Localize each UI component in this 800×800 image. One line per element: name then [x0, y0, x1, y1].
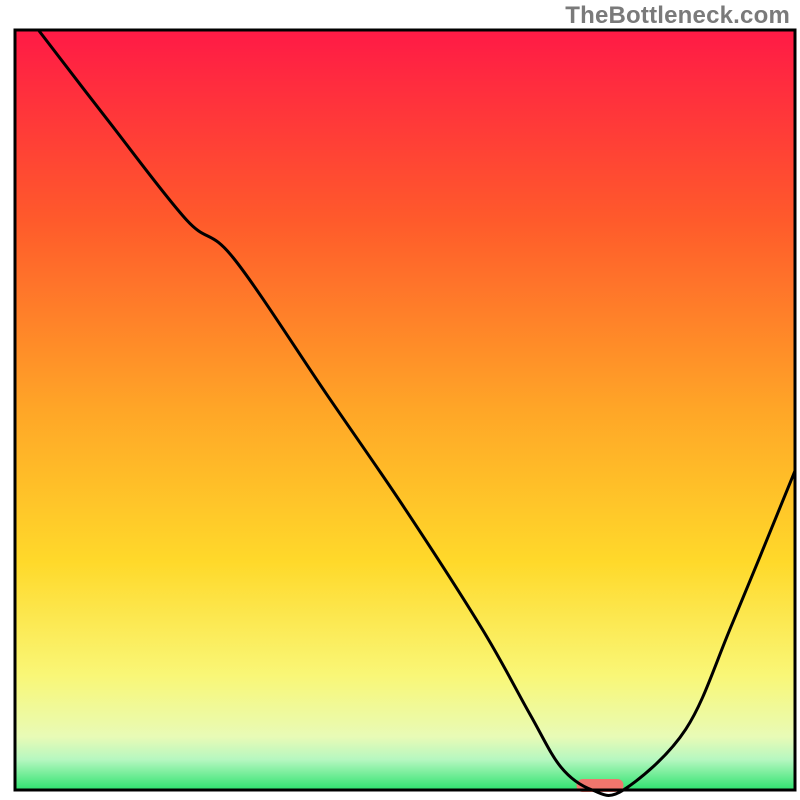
watermark-label: TheBottleneck.com	[565, 2, 790, 30]
chart-frame: TheBottleneck.com	[0, 0, 800, 800]
plot-background	[15, 30, 795, 790]
bottleneck-chart	[0, 0, 800, 800]
